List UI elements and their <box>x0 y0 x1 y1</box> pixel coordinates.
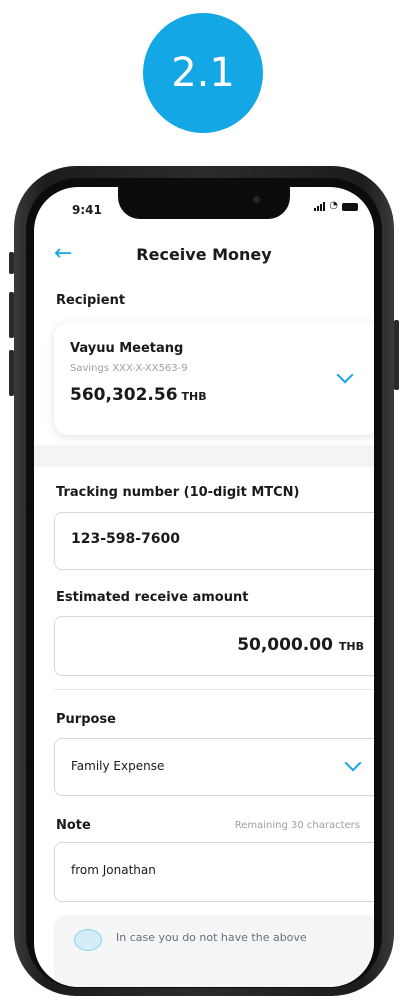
phone-power-button <box>394 320 399 390</box>
purpose-select[interactable]: Family Expense <box>54 738 374 796</box>
note-label: Note <box>56 818 91 833</box>
page-title: Receive Money <box>136 245 272 264</box>
camera <box>253 196 260 203</box>
amount-label: Estimated receive amount <box>56 590 249 605</box>
amount-currency: THB <box>338 640 364 653</box>
purpose-value: Family Expense <box>71 759 165 773</box>
recipient-label: Recipient <box>56 293 126 308</box>
status-time: 9:41 <box>72 203 102 217</box>
balance-amount: 560,302.56 <box>70 385 178 405</box>
divider <box>54 689 374 690</box>
receive-amount-value: 50,000.00 THB <box>237 635 364 655</box>
info-illustration-icon <box>74 929 102 951</box>
chevron-down-icon[interactable] <box>344 754 362 772</box>
app-header: ← Receive Money <box>34 241 374 271</box>
section-divider <box>34 445 374 467</box>
battery-icon <box>342 203 358 211</box>
balance-currency: THB <box>181 390 207 403</box>
recipient-balance: 560,302.56 THB <box>70 385 207 405</box>
info-card: In case you do not have the above <box>54 915 374 987</box>
notch <box>118 187 290 219</box>
signal-icon <box>314 201 326 211</box>
remaining-characters: Remaining 30 characters <box>234 820 360 831</box>
phone-mute-switch <box>9 252 14 274</box>
amount-number: 50,000.00 <box>237 635 333 655</box>
recipient-account: Savings XXX-X-XX563-9 <box>70 363 188 374</box>
purpose-label: Purpose <box>56 712 116 727</box>
tracking-label: Tracking number (10-digit MTCN) <box>56 485 300 500</box>
receive-amount-input[interactable]: 50,000.00 THB <box>54 616 374 676</box>
wifi-icon: ◔ <box>329 200 338 211</box>
tracking-number-input[interactable]: 123-598-7600 <box>54 512 374 570</box>
phone-volume-down <box>9 350 14 396</box>
step-badge: 2.1 <box>143 13 263 133</box>
note-value: from Jonathan <box>71 863 156 877</box>
recipient-card[interactable]: Vayuu Meetang Savings XXX-X-XX563-9 560,… <box>54 323 374 435</box>
tracking-number-value: 123-598-7600 <box>71 531 181 547</box>
recipient-name: Vayuu Meetang <box>70 341 184 356</box>
status-icons: ◔ <box>314 201 358 211</box>
phone-screen: 9:41 ◔ ← Receive Money Recipient Vayuu M… <box>34 187 374 987</box>
info-text: In case you do not have the above <box>116 931 307 944</box>
note-input[interactable]: from Jonathan <box>54 842 374 902</box>
phone-volume-up <box>9 292 14 338</box>
chevron-down-icon[interactable] <box>336 366 354 384</box>
step-number: 2.1 <box>171 50 235 96</box>
